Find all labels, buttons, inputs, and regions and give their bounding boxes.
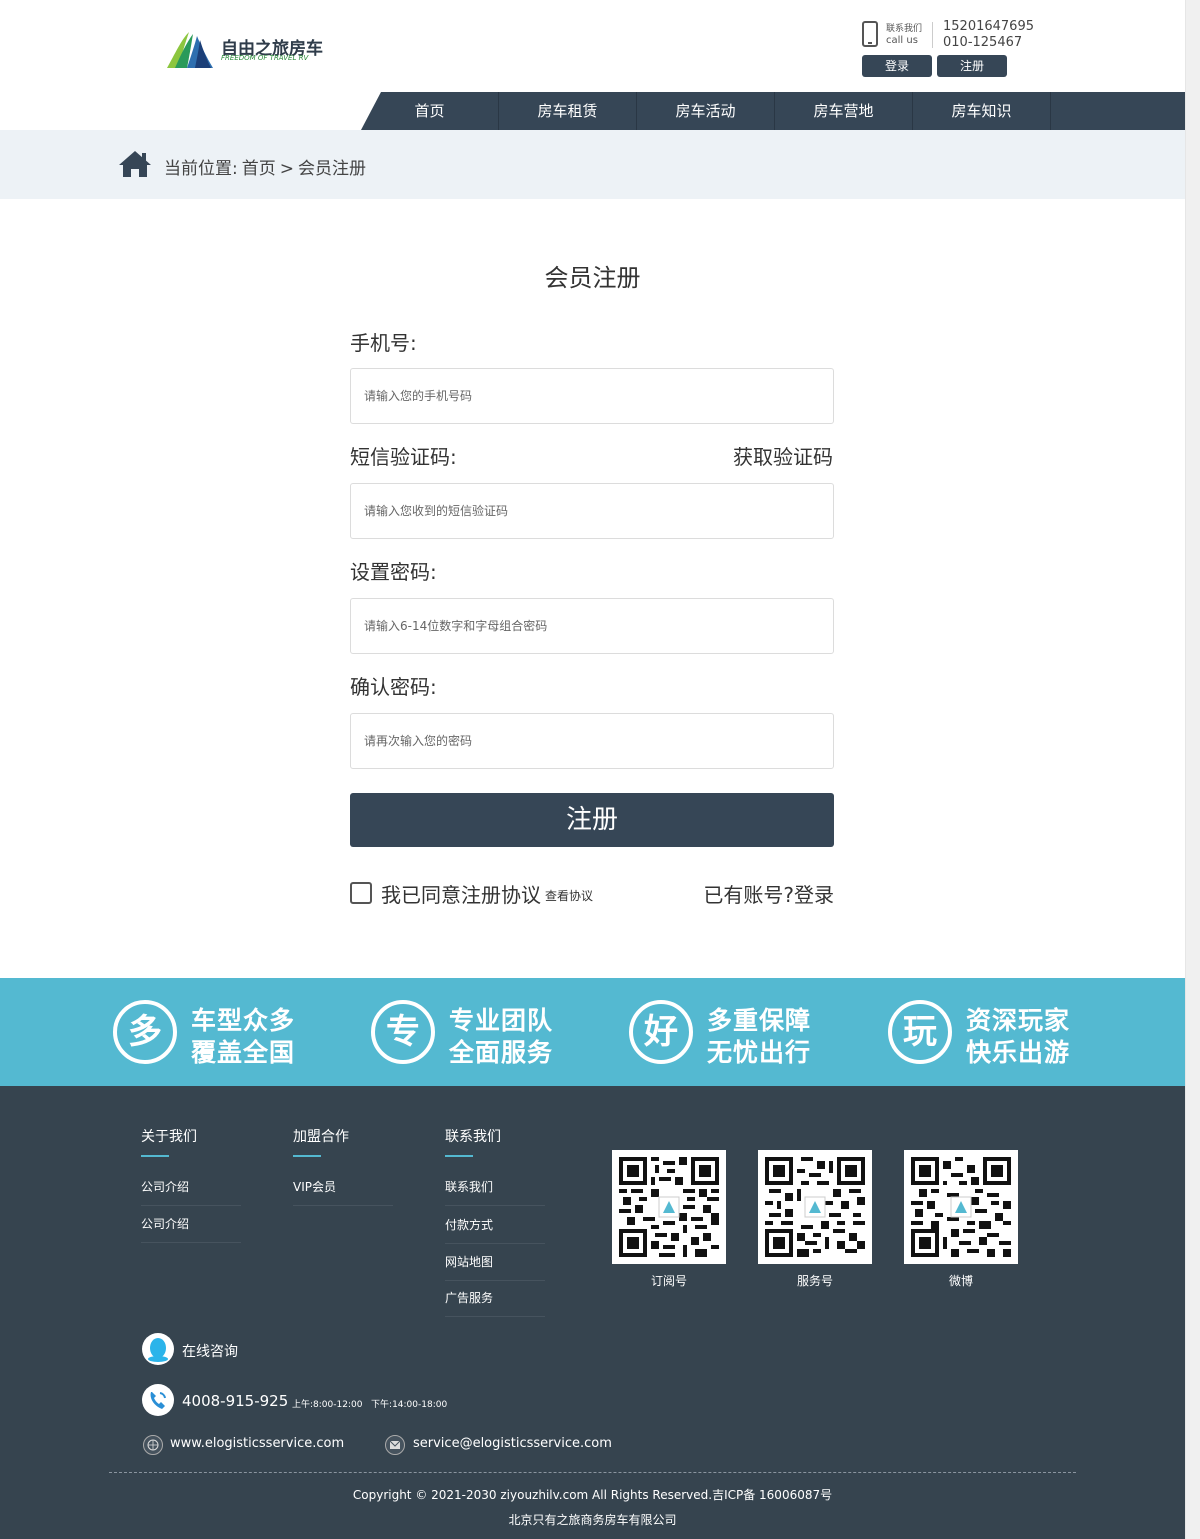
website-link[interactable]: www.elogisticsservice.com [170, 1436, 344, 1451]
headset-phone-icon [142, 1384, 174, 1416]
footer-link[interactable]: 广告服务 [445, 1289, 545, 1317]
qr-code-subscription [612, 1150, 726, 1264]
feature-line-2: 快乐出游 [966, 1038, 1071, 1067]
feature-glyph: 多 [113, 1000, 177, 1064]
contact-phone-2: 010-125467 [943, 35, 1023, 50]
password-input[interactable] [350, 598, 834, 654]
feature-item: 多 车型众多 覆盖全国 [113, 998, 353, 1067]
footer-link[interactable]: 联系我们 [445, 1178, 545, 1206]
feature-band: 多 车型众多 覆盖全国 专 专业团队 全面服务 好 多重保障 无忧出行 玩 资深… [0, 978, 1185, 1086]
feature-item: 玩 资深玩家 快乐出游 [888, 998, 1128, 1067]
breadcrumb-bar: 当前位置: 首页 > 会员注册 [0, 130, 1185, 199]
page-title: 会员注册 [544, 264, 641, 292]
page: 自由之旅房车 FREEDOM OF TRAVEL RV 联系我们 call us… [0, 0, 1185, 1539]
sms-code-label: 短信验证码: [350, 445, 457, 469]
phone-label: 手机号: [350, 331, 417, 355]
hours-pm: 下午:14:00-18:00 [371, 1400, 448, 1410]
qr-code-service [758, 1150, 872, 1264]
breadcrumb-separator: > [279, 159, 294, 179]
confirm-password-input[interactable] [350, 713, 834, 769]
qr-code-icon [619, 1157, 719, 1257]
logo-mark-icon [167, 32, 213, 68]
qr-label-weibo: 微博 [948, 1274, 973, 1288]
get-code-button[interactable]: 获取验证码 [733, 441, 833, 470]
footer-col-underline [141, 1155, 169, 1157]
vertical-scrollbar[interactable] [1185, 0, 1200, 1539]
hours-am: 上午:8:00-12:00 [292, 1400, 363, 1410]
feature-line-2: 全面服务 [449, 1038, 554, 1067]
view-agreement-link[interactable]: 查看协议 [545, 887, 593, 904]
nav-item-home[interactable]: 首页 [361, 92, 499, 130]
qr-label-service: 服务号 [796, 1274, 833, 1288]
feature-item: 专 专业团队 全面服务 [371, 998, 611, 1067]
qq-icon[interactable] [142, 1333, 174, 1365]
footer-col-title-about: 关于我们 [141, 1129, 197, 1145]
business-hours: 上午:8:00-12:00 下午:14:00-18:00 [292, 1397, 447, 1410]
company-name: 北京只有之旅商务房车有限公司 [508, 1513, 677, 1527]
nav-item-activities[interactable]: 房车活动 [637, 92, 775, 130]
breadcrumb: 当前位置: 首页 > 会员注册 [164, 154, 370, 179]
main-nav: 首页 房车租赁 房车活动 房车营地 房车知识 [361, 92, 1185, 130]
email-link[interactable]: service@elogisticsservice.com [413, 1436, 612, 1451]
home-icon [119, 151, 151, 177]
footer-link[interactable]: 付款方式 [445, 1216, 545, 1244]
breadcrumb-home-link[interactable]: 首页 [242, 159, 276, 179]
footer-col-underline [445, 1155, 473, 1157]
header-login-button[interactable]: 登录 [862, 55, 932, 77]
header-contact: 联系我们 call us 15201647695 010-125467 [860, 18, 1060, 50]
nav-item-campsites[interactable]: 房车营地 [775, 92, 913, 130]
agree-checkbox[interactable] [350, 882, 372, 904]
footer-link[interactable]: 公司介绍 [141, 1178, 241, 1206]
sms-code-input[interactable] [350, 483, 834, 539]
logo-subtitle: FREEDOM OF TRAVEL RV [221, 54, 309, 62]
footer-link[interactable]: 公司介绍 [141, 1215, 241, 1243]
breadcrumb-current: 会员注册 [297, 159, 366, 179]
feature-line-2: 无忧出行 [707, 1038, 812, 1067]
feature-line-1: 资深玩家 [966, 1006, 1071, 1035]
mail-icon [385, 1435, 405, 1455]
feature-glyph: 好 [629, 1000, 693, 1064]
password-label: 设置密码: [350, 560, 437, 584]
footer-col-underline [293, 1155, 321, 1157]
qr-code-weibo [904, 1150, 1018, 1264]
phone-icon [862, 21, 878, 47]
footer-divider [109, 1472, 1076, 1473]
feature-line-2: 覆盖全国 [191, 1038, 296, 1067]
nav-item-rental[interactable]: 房车租赁 [499, 92, 637, 130]
qr-label-subscription: 订阅号 [650, 1274, 687, 1288]
globe-icon [143, 1435, 163, 1455]
contact-label-cn: 联系我们 [886, 24, 923, 34]
qr-code-icon [765, 1157, 865, 1257]
feature-glyph: 玩 [888, 1000, 952, 1064]
site-footer: 关于我们 公司介绍 公司介绍 加盟合作 VIP会员 联系我们 联系我们 付款方式… [0, 1086, 1185, 1539]
footer-link[interactable]: VIP会员 [293, 1178, 393, 1206]
contact-divider [932, 22, 933, 48]
footer-link[interactable]: 网站地图 [445, 1253, 545, 1281]
header-register-button[interactable]: 注册 [937, 55, 1007, 77]
qr-code-icon [911, 1157, 1011, 1257]
feature-item: 好 多重保障 无忧出行 [629, 998, 869, 1067]
agree-text: 我已同意注册协议 [381, 883, 541, 907]
confirm-password-label: 确认密码: [350, 675, 437, 699]
login-link[interactable]: 已有账号?登录 [703, 879, 834, 908]
feature-line-1: 专业团队 [449, 1006, 554, 1035]
breadcrumb-prefix: 当前位置: [164, 159, 238, 179]
hotline-number: 4008-915-925 [182, 1392, 289, 1410]
online-consult-link[interactable]: 在线咨询 [182, 1341, 238, 1361]
feature-line-1: 车型众多 [191, 1006, 296, 1035]
nav-item-knowledge[interactable]: 房车知识 [913, 92, 1051, 130]
footer-col-title-franchise: 加盟合作 [293, 1129, 349, 1145]
phone-input[interactable] [350, 368, 834, 424]
contact-label-en: call us [886, 35, 918, 46]
footer-col-title-contact: 联系我们 [445, 1129, 501, 1145]
contact-phone-1: 15201647695 [943, 19, 1034, 34]
copyright-text: Copyright © 2021-2030 ziyouzhilv.com All… [352, 1488, 833, 1502]
register-submit-button[interactable]: 注册 [350, 793, 834, 847]
feature-line-1: 多重保障 [707, 1006, 812, 1035]
feature-glyph: 专 [371, 1000, 435, 1064]
site-logo[interactable]: 自由之旅房车 FREEDOM OF TRAVEL RV [165, 30, 325, 70]
